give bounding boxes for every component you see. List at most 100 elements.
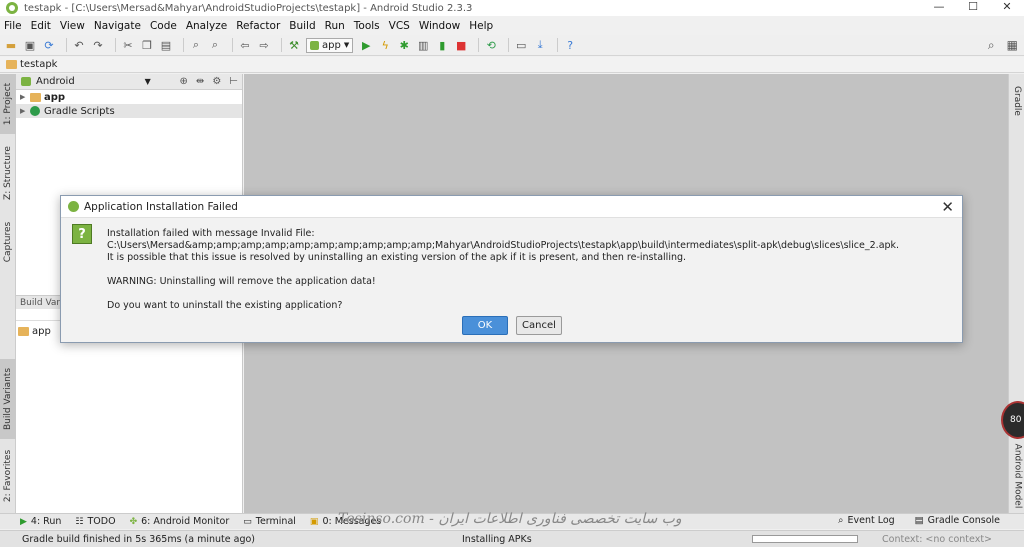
profile-icon[interactable]: ▥	[416, 38, 430, 52]
find-icon[interactable]: ⌕	[189, 38, 203, 52]
menu-navigate[interactable]: Navigate	[94, 20, 141, 32]
toolbar-separator	[183, 38, 184, 52]
save-all-icon[interactable]: ▣	[23, 38, 37, 52]
tab-android-model[interactable]: Android Model	[1009, 444, 1024, 509]
module-folder-icon	[18, 327, 29, 336]
tool-todo[interactable]: ☷ TODO	[75, 516, 115, 527]
tree-item-app[interactable]: ▶ app	[16, 90, 242, 104]
breadcrumb-project[interactable]: testapk	[20, 59, 57, 70]
build-variant-module: app	[32, 326, 51, 337]
copy-icon[interactable]: ❐	[140, 38, 154, 52]
tool-gradle-console[interactable]: ▤ Gradle Console	[915, 515, 1000, 526]
menu-analyze[interactable]: Analyze	[186, 20, 227, 32]
run-icon[interactable]: ▶	[359, 38, 373, 52]
replace-icon[interactable]: ⌕	[208, 38, 222, 52]
stop-icon[interactable]: ■	[454, 38, 468, 52]
build-variant-row[interactable]: app	[18, 326, 51, 337]
menu-code[interactable]: Code	[150, 20, 177, 32]
menu-edit[interactable]: Edit	[31, 20, 51, 32]
android-studio-icon	[6, 2, 18, 14]
collapse-all-icon[interactable]: ⇹	[196, 76, 204, 87]
paste-icon[interactable]: ▤	[159, 38, 173, 52]
background-task[interactable]: Installing APKs	[462, 534, 532, 545]
ok-button[interactable]: OK	[462, 316, 508, 335]
tab-captures[interactable]: Captures	[0, 214, 16, 270]
android-icon: ✤	[129, 516, 138, 527]
undo-icon[interactable]: ↶	[72, 38, 86, 52]
menu-file[interactable]: File	[4, 20, 22, 32]
run-icon: ▶	[20, 516, 27, 527]
maximize-button[interactable]: ☐	[956, 0, 990, 16]
back-icon[interactable]: ⇦	[238, 38, 252, 52]
console-icon: ▤	[914, 515, 924, 526]
scroll-from-source-icon[interactable]: ⊕	[180, 76, 188, 87]
view-mode-select[interactable]: Android	[36, 76, 75, 87]
toolbar-separator	[281, 38, 282, 52]
search-icon[interactable]: ⌕	[988, 38, 995, 53]
tool-run[interactable]: ▶ 4: Run	[20, 516, 61, 527]
tab-build-variants[interactable]: Build Variants	[0, 359, 16, 439]
toolbar-separator	[478, 38, 480, 52]
tab-favorites[interactable]: 2: Favorites	[0, 444, 16, 508]
project-panel-header: Android ▼ ⊕ ⇹ ⚙ ⊢	[16, 74, 242, 90]
cut-icon[interactable]: ✂	[121, 38, 135, 52]
redo-icon[interactable]: ↷	[91, 38, 105, 52]
help-icon[interactable]: ?	[563, 38, 577, 52]
menu-run[interactable]: Run	[325, 20, 345, 32]
cancel-button[interactable]: Cancel	[516, 316, 562, 335]
error-message-line-2: It is possible that this issue is resolv…	[107, 252, 687, 263]
menu-build[interactable]: Build	[289, 20, 315, 32]
run-config-label: app	[322, 39, 341, 51]
folder-icon	[6, 60, 17, 69]
layout-icon[interactable]: ▦	[1007, 38, 1018, 53]
avd-manager-icon[interactable]: ▭	[514, 38, 528, 52]
tab-structure[interactable]: Z: Structure	[0, 140, 16, 206]
gradle-sync-icon[interactable]: ⟲	[484, 38, 498, 52]
messages-icon: ▣	[309, 516, 319, 527]
apply-changes-icon[interactable]: ϟ	[378, 38, 392, 52]
module-folder-icon	[30, 92, 41, 102]
chevron-down-icon[interactable]: ▼	[145, 77, 151, 86]
tool-terminal[interactable]: ▭ Terminal	[243, 516, 296, 527]
right-tool-strip: Gradle Android Model	[1008, 74, 1024, 513]
close-icon[interactable]: ✕	[941, 198, 954, 216]
terminal-icon: ▭	[243, 516, 252, 527]
badge-value: 80	[1010, 415, 1022, 425]
menu-view[interactable]: View	[60, 20, 85, 32]
dialog-title-bar: Application Installation Failed	[61, 196, 962, 218]
event-log-icon: ⌕	[838, 515, 844, 526]
tool-event-log[interactable]: ⌕ Event Log	[838, 515, 895, 526]
close-window-button[interactable]: ✕	[990, 0, 1024, 16]
sync-icon[interactable]: ⟳	[42, 38, 56, 52]
menu-vcs[interactable]: VCS	[389, 20, 410, 32]
toolbar-separator	[66, 38, 67, 52]
sdk-manager-icon[interactable]: ⤓	[533, 38, 547, 52]
menu-tools[interactable]: Tools	[354, 20, 380, 32]
tool-android-monitor[interactable]: ✤ 6: Android Monitor	[130, 516, 230, 527]
gear-icon[interactable]: ⚙	[212, 76, 221, 87]
toolbar-separator	[115, 38, 116, 52]
toolbar-right: ⌕ ▦	[988, 38, 1018, 53]
run-config-select[interactable]: app ▼	[306, 37, 354, 53]
toolbar-separator	[232, 38, 233, 52]
debug-icon[interactable]: ✱	[397, 38, 411, 52]
breadcrumb: testapk	[0, 57, 1024, 73]
forward-icon[interactable]: ⇨	[257, 38, 271, 52]
toolbar-separator	[508, 38, 510, 52]
hide-panel-icon[interactable]: ⊢	[229, 76, 238, 87]
expand-arrow-icon[interactable]: ▶	[20, 107, 30, 115]
menu-help[interactable]: Help	[469, 20, 493, 32]
open-folder-icon[interactable]: ▬	[4, 38, 18, 52]
android-icon	[21, 77, 31, 86]
make-project-icon[interactable]: ⚒	[287, 38, 301, 52]
tab-project[interactable]: 1: Project	[0, 74, 16, 134]
attach-debugger-icon[interactable]: ▮	[435, 38, 449, 52]
minimize-button[interactable]: —	[922, 0, 956, 16]
tab-gradle[interactable]: Gradle	[1009, 78, 1024, 124]
menu-refactor[interactable]: Refactor	[236, 20, 280, 32]
expand-arrow-icon[interactable]: ▶	[20, 93, 30, 101]
tree-item-label: Gradle Scripts	[44, 105, 115, 117]
progress-bar	[752, 535, 858, 543]
tree-item-gradle-scripts[interactable]: ▶ Gradle Scripts	[16, 104, 242, 118]
menu-window[interactable]: Window	[419, 20, 460, 32]
